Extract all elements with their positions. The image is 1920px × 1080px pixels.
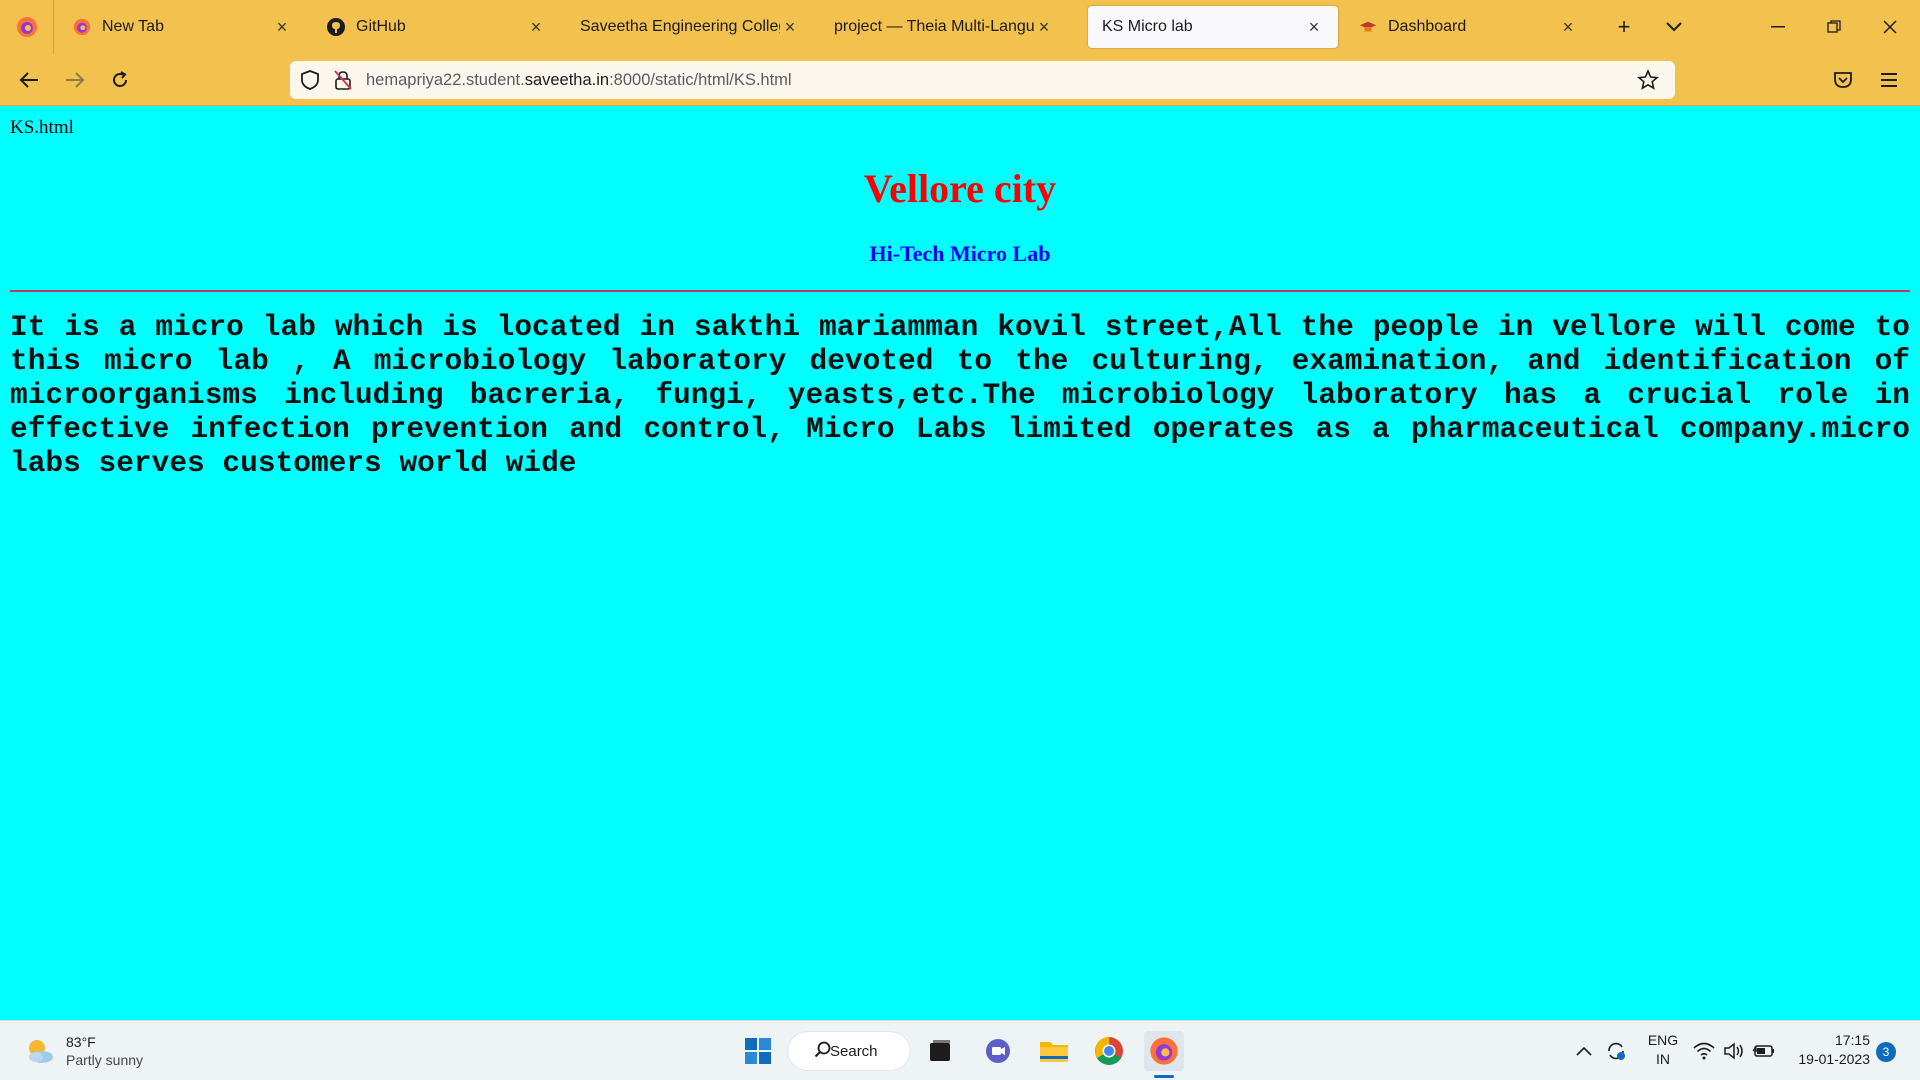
close-icon[interactable]: × bbox=[272, 17, 292, 37]
chrome-icon bbox=[1095, 1037, 1123, 1065]
page-content: KS.html Vellore city Hi-Tech Micro Lab I… bbox=[0, 107, 1920, 1019]
close-icon bbox=[1883, 20, 1897, 34]
chevron-down-icon bbox=[1666, 22, 1682, 32]
navigation-toolbar: hemapriya22.student.saveetha.in:8000/sta… bbox=[0, 54, 1920, 106]
body-paragraph: It is a micro lab which is located in sa… bbox=[10, 310, 1910, 480]
system-clock[interactable]: 17:15 19-01-2023 bbox=[1786, 1031, 1870, 1069]
address-bar[interactable]: hemapriya22.student.saveetha.in:8000/sta… bbox=[290, 61, 1675, 99]
close-icon[interactable]: × bbox=[1304, 17, 1324, 37]
close-window-button[interactable] bbox=[1862, 0, 1918, 54]
volume-button[interactable] bbox=[1720, 1021, 1748, 1080]
reload-icon bbox=[113, 71, 127, 87]
tab-strip: New Tab × GitHub × Saveetha Engineering … bbox=[0, 0, 1920, 54]
arrow-right-icon bbox=[66, 72, 85, 88]
taskbar-search[interactable]: Search bbox=[788, 1032, 910, 1070]
close-icon[interactable]: × bbox=[1558, 17, 1578, 37]
firefox-icon bbox=[1150, 1037, 1178, 1065]
firefox-taskbar-button[interactable] bbox=[1144, 1031, 1184, 1071]
insecure-lock-icon[interactable] bbox=[331, 68, 355, 92]
github-icon bbox=[326, 17, 346, 37]
chevron-up-icon bbox=[1576, 1046, 1592, 1056]
file-explorer-button[interactable] bbox=[1034, 1031, 1074, 1071]
taskbar: 83°F Partly sunny Search ENG IN 17:15 19… bbox=[0, 1020, 1920, 1080]
back-button[interactable] bbox=[12, 63, 46, 97]
tab-new-tab[interactable]: New Tab × bbox=[58, 6, 306, 48]
tab-label: Dashboard bbox=[1388, 18, 1467, 35]
weather-widget[interactable]: 83°F Partly sunny bbox=[24, 1033, 143, 1069]
chat-icon bbox=[986, 1039, 1010, 1063]
new-tab-button[interactable]: + bbox=[1609, 12, 1639, 42]
teams-chat-button[interactable] bbox=[978, 1031, 1018, 1071]
minimize-icon bbox=[1771, 26, 1785, 28]
battery-button[interactable] bbox=[1750, 1021, 1778, 1080]
tab-saveetha[interactable]: Saveetha Engineering College × bbox=[566, 6, 814, 48]
tab-label: GitHub bbox=[356, 18, 406, 35]
weather-condition: Partly sunny bbox=[66, 1052, 144, 1068]
battery-charging-icon bbox=[1752, 1045, 1774, 1057]
pocket-icon bbox=[1834, 72, 1852, 88]
hamburger-menu-icon bbox=[1881, 73, 1897, 87]
clock-time: 17:15 bbox=[1834, 1032, 1870, 1048]
sync-status-button[interactable] bbox=[1602, 1021, 1630, 1080]
sync-icon bbox=[1608, 1042, 1625, 1060]
file-label: KS.html bbox=[10, 117, 74, 138]
weather-temp: 83°F bbox=[66, 1034, 96, 1050]
tab-ks-micro-lab[interactable]: KS Micro lab × bbox=[1088, 6, 1338, 48]
tab-github[interactable]: GitHub × bbox=[312, 6, 560, 48]
search-label: Search bbox=[830, 1042, 878, 1060]
partly-sunny-icon bbox=[29, 1040, 53, 1063]
url-prefix: hemapriya22.student. bbox=[366, 70, 525, 89]
arrow-left-icon bbox=[19, 72, 38, 88]
lang-line2: IN bbox=[1656, 1051, 1670, 1067]
restore-button[interactable] bbox=[1806, 0, 1862, 54]
task-view-button[interactable] bbox=[920, 1031, 960, 1071]
url-domain: saveetha.in bbox=[524, 70, 610, 89]
tab-label: New Tab bbox=[102, 18, 164, 35]
lang-line1: ENG bbox=[1647, 1032, 1679, 1048]
tab-dashboard[interactable]: Dashboard × bbox=[1344, 6, 1592, 48]
task-view-icon bbox=[930, 1040, 950, 1061]
wifi-button[interactable] bbox=[1690, 1021, 1718, 1080]
firefox-icon bbox=[72, 17, 92, 37]
windows-icon bbox=[745, 1038, 771, 1064]
show-hidden-icons-button[interactable] bbox=[1572, 1021, 1596, 1080]
restore-icon bbox=[1827, 20, 1841, 33]
page-subtitle: Hi-Tech Micro Lab bbox=[869, 241, 1051, 266]
list-all-tabs-button[interactable] bbox=[1659, 12, 1689, 42]
tab-label: project — Theia Multi-Language bbox=[834, 18, 1034, 35]
notification-badge[interactable]: 3 bbox=[1876, 1042, 1896, 1062]
clock-date: 19-01-2023 bbox=[1798, 1051, 1870, 1067]
reload-button[interactable] bbox=[103, 63, 137, 97]
tab-project-theia[interactable]: project — Theia Multi-Language × bbox=[820, 6, 1068, 48]
url-suffix: :8000/static/html/KS.html bbox=[609, 70, 792, 89]
close-icon[interactable]: × bbox=[1034, 17, 1054, 37]
page-title: Vellore city bbox=[863, 166, 1057, 211]
chrome-button[interactable] bbox=[1089, 1031, 1129, 1071]
forward-button[interactable] bbox=[58, 63, 92, 97]
tab-label: Saveetha Engineering College bbox=[580, 18, 780, 35]
url-text[interactable]: hemapriya22.student.saveetha.in:8000/sta… bbox=[366, 71, 792, 90]
tab-label: KS Micro lab bbox=[1102, 18, 1193, 35]
close-icon[interactable]: × bbox=[526, 17, 546, 37]
firefox-icon bbox=[16, 17, 37, 37]
start-button[interactable] bbox=[738, 1031, 778, 1071]
minimize-button[interactable] bbox=[1750, 0, 1806, 54]
wifi-icon bbox=[1693, 1042, 1715, 1060]
folder-icon bbox=[1040, 1042, 1068, 1062]
horizontal-rule bbox=[10, 290, 1910, 292]
active-app-indicator bbox=[1154, 1075, 1174, 1078]
graduation-cap-icon bbox=[1358, 17, 1378, 37]
search-icon bbox=[814, 1041, 831, 1058]
input-language-indicator[interactable]: ENG IN bbox=[1640, 1031, 1686, 1069]
pocket-button[interactable] bbox=[1826, 63, 1860, 97]
firefox-view-button[interactable] bbox=[0, 0, 54, 54]
app-menu-button[interactable] bbox=[1872, 63, 1906, 97]
speaker-icon bbox=[1724, 1042, 1743, 1060]
bookmark-star-icon[interactable] bbox=[1636, 68, 1660, 92]
shield-icon[interactable] bbox=[298, 68, 322, 92]
close-icon[interactable]: × bbox=[780, 17, 800, 37]
